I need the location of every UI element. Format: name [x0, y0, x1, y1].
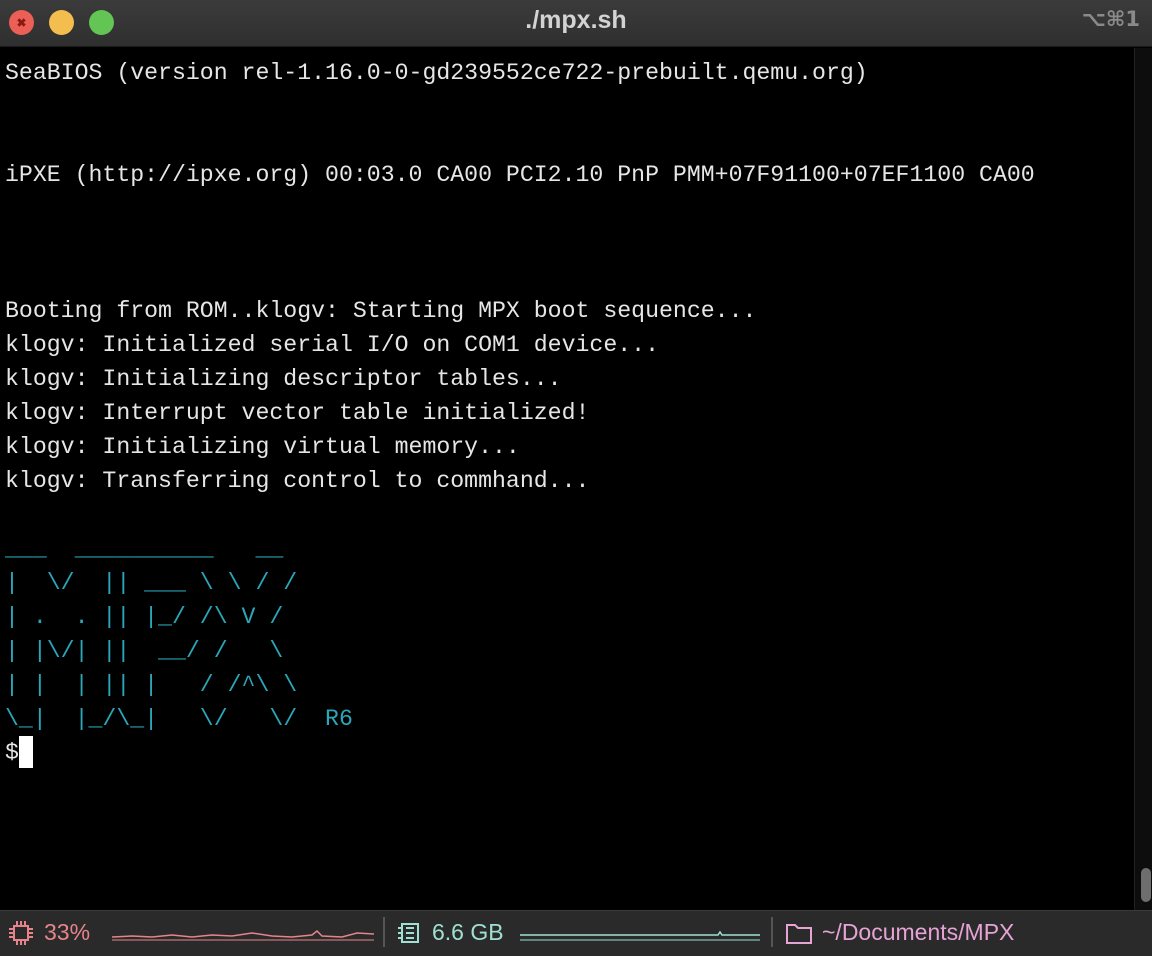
folder-icon	[786, 923, 812, 944]
command-prompt[interactable]: $	[5, 736, 1130, 770]
window-title: ./mpx.sh	[525, 6, 627, 34]
terminal-line: SeaBIOS (version rel-1.16.0-0-gd239552ce…	[5, 60, 868, 86]
memory-sparkline	[520, 930, 760, 941]
memory-icon	[398, 922, 419, 943]
terminal-line: klogv: Transferring control to commhand.…	[5, 468, 590, 494]
terminal-line: iPXE (http://ipxe.org) 00:03.0 CA00 PCI2…	[5, 162, 1035, 188]
terminal-window: ./mpx.sh ⌥⌘1 SeaBIOS (version rel-1.16.0…	[0, 0, 1152, 956]
cpu-status: 33%	[8, 919, 90, 946]
text-cursor	[18, 736, 33, 768]
path-status[interactable]: ~/Documents/MPX	[786, 919, 1014, 946]
terminal-line: Booting from ROM..klogv: Starting MPX bo…	[5, 298, 757, 324]
ascii-art-line: | | | || | / /^\ \	[5, 672, 298, 698]
terminal-line: klogv: Initializing descriptor tables...	[5, 366, 562, 392]
status-bar: 33% 6.6 GB ~/Documents/MPX	[0, 910, 1152, 956]
ascii-art-line: | \/ || ___ \ \ / /	[5, 570, 298, 596]
ascii-art-line: | |\/| || __/ / \	[5, 638, 284, 664]
memory-status: 6.6 GB	[398, 919, 504, 946]
ascii-art-line: | . . || |_/ /\ V /	[5, 604, 284, 630]
memory-value: 6.6 GB	[432, 919, 504, 945]
status-separator	[383, 917, 385, 947]
window-shortcut: ⌥⌘1	[1081, 7, 1140, 31]
terminal-output[interactable]: SeaBIOS (version rel-1.16.0-0-gd239552ce…	[5, 56, 1130, 906]
cpu-value: 33%	[44, 919, 91, 945]
status-separator	[771, 917, 773, 947]
terminal-line: klogv: Initialized serial I/O on COM1 de…	[5, 332, 659, 358]
terminal-line: klogv: Initializing virtual memory...	[5, 434, 520, 460]
cpu-sparkline	[112, 929, 374, 941]
scrollbar[interactable]	[1134, 48, 1152, 910]
scrollbar-thumb[interactable]	[1141, 868, 1151, 902]
current-path: ~/Documents/MPX	[822, 919, 1015, 945]
ascii-art-line: \_| |_/\_| \/ \/ R6	[5, 706, 353, 732]
ascii-art-line: ___ __________ __	[5, 536, 284, 562]
title-bar: ./mpx.sh ⌥⌘1	[0, 0, 1152, 47]
cpu-chip-icon	[9, 920, 33, 945]
prompt-symbol: $	[5, 740, 19, 766]
terminal-line: klogv: Interrupt vector table initialize…	[5, 400, 590, 426]
